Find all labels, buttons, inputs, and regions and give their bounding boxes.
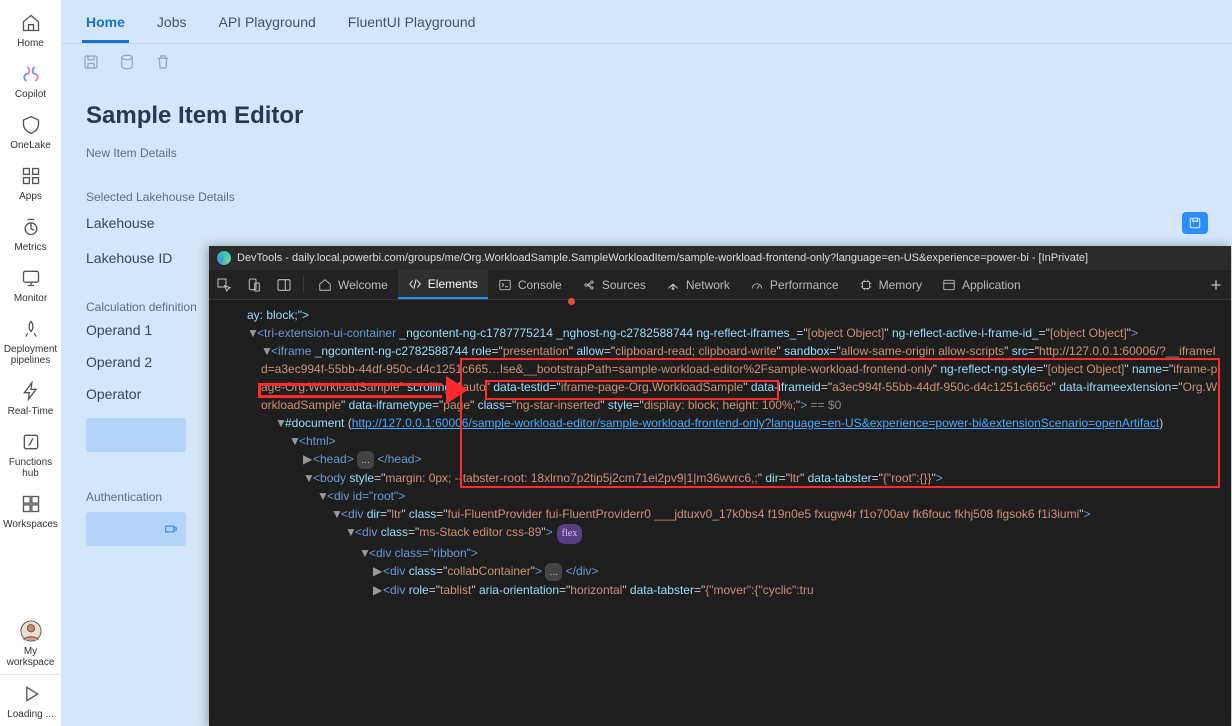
save-icon[interactable] <box>82 53 100 71</box>
section-lakehouse: Selected Lakehouse Details <box>86 190 1208 204</box>
rail-label: Metrics <box>14 242 46 253</box>
toolbar <box>62 44 1232 80</box>
tree-line[interactable]: ▼<div id="root"> <box>219 487 1221 505</box>
tree-line[interactable]: ▼<div class="ribbon"> <box>219 544 1221 562</box>
lakehouse-id-label: Lakehouse ID <box>86 250 226 266</box>
delete-icon[interactable] <box>154 53 172 71</box>
panel-network[interactable]: Network <box>656 270 740 299</box>
tree-line[interactable]: ay: block;"> <box>219 306 1221 324</box>
devtools-tabs: Welcome Elements Console Sources Network… <box>209 270 1231 300</box>
operator-label: Operator <box>86 386 226 402</box>
panel-elements[interactable]: Elements <box>398 270 488 299</box>
rail-label: Copilot <box>15 89 46 100</box>
tree-line[interactable]: ▼<div dir="ltr" class="fui-FluentProvide… <box>219 505 1221 523</box>
panel-performance[interactable]: Performance <box>740 270 849 299</box>
auth-input[interactable] <box>86 512 186 546</box>
tree-line[interactable]: ▶<head> … </head> <box>219 450 1221 469</box>
console-error-dot <box>568 298 575 305</box>
rail-label: OneLake <box>10 140 51 151</box>
rail-loading[interactable]: Loading ... <box>0 674 61 726</box>
lakehouse-save-button[interactable] <box>1182 212 1208 234</box>
tree-line[interactable]: ▼<tri-extension-ui-container _ngcontent-… <box>219 324 1221 342</box>
row-lakehouse: Lakehouse <box>86 204 1208 242</box>
devtools-titlebar[interactable]: DevTools - daily.local.powerbi.com/group… <box>209 246 1231 270</box>
tab-home[interactable]: Home <box>82 2 129 42</box>
panel-console[interactable]: Console <box>488 270 572 299</box>
home-icon <box>20 12 42 34</box>
tree-line-iframe[interactable]: ▼<iframe _ngcontent-ng-c2782588744 role=… <box>219 342 1221 414</box>
tree-line[interactable]: ▼#document (http://127.0.0.1:60006/sampl… <box>219 414 1221 432</box>
edge-icon <box>217 251 231 265</box>
tree-line[interactable]: ▼<html> <box>219 432 1221 450</box>
panel-welcome[interactable]: Welcome <box>308 270 398 299</box>
panel-sources[interactable]: Sources <box>572 270 656 299</box>
rail-functions[interactable]: Functions hub <box>0 423 62 485</box>
rail-copilot[interactable]: Copilot <box>0 55 62 106</box>
inspect-icon[interactable] <box>209 270 239 299</box>
play-icon <box>20 683 42 705</box>
rail-monitor[interactable]: Monitor <box>0 259 62 310</box>
rail-label: Home <box>17 38 44 49</box>
add-panel-icon[interactable] <box>1201 270 1231 299</box>
onelake-icon <box>20 114 42 136</box>
rail-label: Workspaces <box>3 519 58 530</box>
elements-tree[interactable]: ay: block;"> ▼<tri-extension-ui-containe… <box>209 300 1231 726</box>
device-icon[interactable] <box>239 270 269 299</box>
rail-workspaces[interactable]: Workspaces <box>0 485 62 536</box>
database-icon[interactable] <box>118 53 136 71</box>
lakehouse-label: Lakehouse <box>86 215 226 231</box>
workspaces-icon <box>20 493 42 515</box>
tree-line[interactable]: ▶<div role="tablist" aria-orientation="h… <box>219 581 1221 599</box>
devtools-title-text: DevTools - daily.local.powerbi.com/group… <box>237 252 1088 264</box>
rail-metrics[interactable]: Metrics <box>0 208 62 259</box>
copilot-icon <box>20 63 42 85</box>
rail-home[interactable]: Home <box>0 4 62 55</box>
functions-icon <box>20 431 42 453</box>
tab-api-playground[interactable]: API Playground <box>214 2 319 42</box>
avatar-icon <box>20 620 42 642</box>
rail-my-workspace[interactable]: My workspace <box>0 612 62 674</box>
panel-memory[interactable]: Memory <box>849 270 932 299</box>
rail-label: Deployment pipelines <box>0 344 62 366</box>
rail-deployment[interactable]: Deployment pipelines <box>0 310 62 372</box>
tree-line[interactable]: ▼<body style="margin: 0px; --tabster-roo… <box>219 469 1221 487</box>
monitor-icon <box>20 267 42 289</box>
rail-onelake[interactable]: OneLake <box>0 106 62 157</box>
rail-apps[interactable]: Apps <box>0 157 62 208</box>
rail-label: My workspace <box>0 646 62 668</box>
metrics-icon <box>20 216 42 238</box>
tree-line[interactable]: ▶<div class="collabContainer"> … </div> <box>219 562 1221 581</box>
tab-fluentui-playground[interactable]: FluentUI Playground <box>344 2 480 42</box>
realtime-icon <box>20 380 42 402</box>
top-tabs: Home Jobs API Playground FluentUI Playgr… <box>62 0 1232 44</box>
rail-label: Real-Time <box>8 406 54 417</box>
panel-application[interactable]: Application <box>932 270 1031 299</box>
rail-realtime[interactable]: Real-Time <box>0 372 62 423</box>
tree-line[interactable]: ▼<div class="ms-Stack editor css-89">fle… <box>219 523 1221 544</box>
dock-icon[interactable] <box>269 270 299 299</box>
page-title: Sample Item Editor <box>86 102 1208 130</box>
section-new-item: New Item Details <box>86 146 1208 160</box>
rail-label: Apps <box>19 191 42 202</box>
rail-label: Functions hub <box>0 457 62 479</box>
operand2-label: Operand 2 <box>86 354 226 370</box>
tab-jobs[interactable]: Jobs <box>153 2 191 42</box>
rail-label: Monitor <box>14 293 47 304</box>
deployment-icon <box>20 318 42 340</box>
operator-input[interactable] <box>86 418 186 452</box>
operand1-label: Operand 1 <box>86 322 226 338</box>
devtools-window: DevTools - daily.local.powerbi.com/group… <box>209 246 1231 726</box>
apps-icon <box>20 165 42 187</box>
left-rail: Home Copilot OneLake Apps Metrics Monito… <box>0 0 62 726</box>
rail-label: Loading ... <box>7 709 54 720</box>
